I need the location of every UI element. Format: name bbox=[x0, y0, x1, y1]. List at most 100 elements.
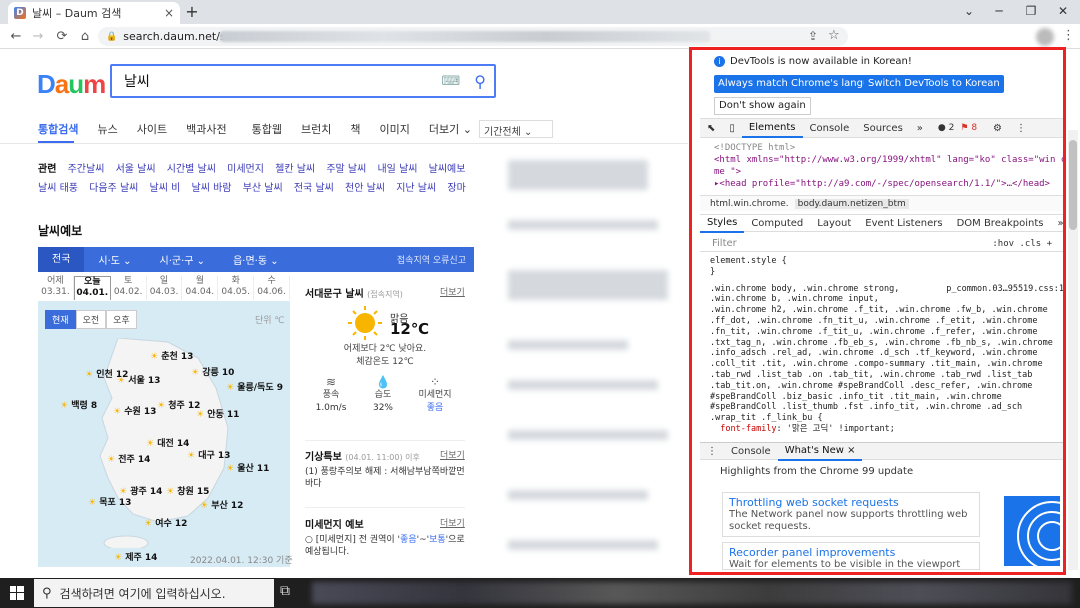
tab-books[interactable]: 책 bbox=[350, 121, 360, 139]
warning-count[interactable]: ⚑ 8 bbox=[960, 123, 977, 133]
related-link[interactable]: 주말 날씨 bbox=[326, 164, 366, 175]
region-province[interactable]: 시·도 ⌄ bbox=[84, 252, 145, 267]
related-link[interactable]: 첼칸 날씨 bbox=[275, 164, 315, 175]
related-link[interactable]: 부산 날씨 bbox=[243, 183, 283, 194]
segment-pm[interactable]: 오후 bbox=[106, 310, 137, 329]
map-city-label[interactable]: ☀ 제주 14 bbox=[114, 550, 157, 563]
dont-show-again-button[interactable]: Don't show again bbox=[714, 97, 811, 115]
region-city[interactable]: 시·군·구 ⌄ bbox=[146, 252, 220, 267]
day-tab[interactable]: 토 04.02. bbox=[111, 276, 147, 300]
keyboard-icon[interactable]: ⌨ bbox=[442, 74, 461, 89]
styles-filter[interactable]: Filter :hov .cls + bbox=[700, 236, 1064, 252]
search-icon[interactable]: ⚲ bbox=[474, 72, 486, 91]
error-count[interactable]: ● 2 bbox=[938, 123, 954, 133]
devtools-menu-icon[interactable]: ⋮ bbox=[1009, 123, 1033, 134]
tab-more[interactable]: 더보기 ⌄ bbox=[429, 121, 472, 139]
region-all[interactable]: 전국 bbox=[38, 247, 85, 272]
map-city-label[interactable]: ☀ 여수 12 bbox=[144, 516, 187, 529]
related-link[interactable]: 시간별 날씨 bbox=[167, 164, 216, 175]
tab-site[interactable]: 사이트 bbox=[137, 121, 167, 139]
forward-button[interactable]: → bbox=[28, 28, 48, 46]
more-link[interactable]: 더보기 bbox=[440, 516, 465, 529]
region-error-report-link[interactable]: 접속지역 오류신고 bbox=[397, 253, 466, 266]
home-button[interactable]: ⌂ bbox=[75, 28, 95, 46]
whats-new-card[interactable]: Recorder panel improvements Wait for ele… bbox=[722, 542, 980, 570]
tab-search-icon[interactable]: ⌄ bbox=[954, 2, 984, 20]
daum-logo[interactable]: Daum bbox=[37, 69, 106, 100]
drawer-menu-icon[interactable]: ⋮ bbox=[700, 446, 724, 457]
maximize-button[interactable]: ❐ bbox=[1016, 2, 1046, 20]
crumb-html[interactable]: html.win.chrome. bbox=[710, 199, 789, 209]
search-input[interactable]: 날씨 bbox=[124, 71, 442, 91]
more-link[interactable]: 더보기 bbox=[440, 285, 465, 298]
taskbar-search[interactable]: ⚲ 검색하려면 여기에 입력하십시오. bbox=[34, 579, 274, 607]
map-city-label[interactable]: ☀ 백령 8 bbox=[60, 398, 97, 411]
related-link[interactable]: 날씨 바람 bbox=[192, 183, 232, 194]
tab-web[interactable]: 통합웹 bbox=[252, 121, 282, 139]
drawer-tab-whats-new[interactable]: What's New × bbox=[777, 442, 863, 461]
crumb-body[interactable]: body.daum.netizen_btm bbox=[794, 198, 909, 209]
map-city-label[interactable]: ☀ 춘천 13 bbox=[150, 349, 193, 362]
more-tabs-icon[interactable]: » bbox=[910, 123, 930, 134]
map-city-label[interactable]: ☀ 전주 14 bbox=[107, 452, 150, 465]
settings-gear-icon[interactable]: ⚙ bbox=[986, 123, 1009, 134]
browser-tab[interactable]: D 날씨 – Daum 검색 × bbox=[8, 2, 180, 24]
related-link[interactable]: 날씨 비 bbox=[150, 183, 181, 194]
map-city-label[interactable]: ☀ 울릉/독도 9 bbox=[226, 380, 283, 393]
map-city-label[interactable]: ☀ 대전 14 bbox=[146, 436, 189, 449]
tab-layout[interactable]: Layout bbox=[810, 218, 858, 229]
map-city-label[interactable]: ☀ 창원 15 bbox=[166, 484, 209, 497]
close-window-button[interactable]: ✕ bbox=[1048, 2, 1078, 20]
tab-sources[interactable]: Sources bbox=[856, 123, 910, 134]
css-source-link[interactable]: p_common.03…95519.css:1 bbox=[946, 284, 1064, 295]
bookmark-star-icon[interactable]: ☆ bbox=[828, 28, 840, 43]
minimize-button[interactable]: ─ bbox=[984, 2, 1014, 20]
related-link[interactable]: 내일 날씨 bbox=[377, 164, 417, 175]
related-link[interactable]: 날씨 태풍 bbox=[38, 183, 78, 194]
map-city-label[interactable]: ☀ 대구 13 bbox=[187, 448, 230, 461]
day-tab[interactable]: 수 04.06. bbox=[254, 276, 291, 300]
related-link[interactable]: 주간날씨 bbox=[68, 164, 105, 175]
switch-korean-button[interactable]: Switch DevTools to Korean bbox=[864, 75, 1004, 93]
tab-images[interactable]: 이미지 bbox=[379, 121, 409, 139]
tab-elements[interactable]: Elements bbox=[741, 119, 803, 138]
day-tab[interactable]: 월 04.04. bbox=[182, 276, 219, 300]
tab-computed[interactable]: Computed bbox=[744, 218, 810, 229]
back-button[interactable]: ← bbox=[6, 28, 26, 46]
style-tools[interactable]: :hov .cls + bbox=[992, 239, 1052, 249]
scrollbar-thumb[interactable] bbox=[1069, 140, 1077, 230]
tab-event-listeners[interactable]: Event Listeners bbox=[858, 218, 949, 229]
region-town[interactable]: 읍·면·동 ⌄ bbox=[219, 252, 293, 267]
tab-close-icon[interactable]: × bbox=[164, 6, 174, 20]
day-tab[interactable]: 어제 03.31. bbox=[38, 276, 74, 300]
day-tab[interactable]: 화 04.05. bbox=[218, 276, 255, 300]
more-link[interactable]: 더보기 bbox=[440, 448, 465, 461]
segment-am[interactable]: 오전 bbox=[75, 310, 107, 329]
map-city-label[interactable]: ☀ 울산 11 bbox=[226, 461, 269, 474]
css-rules[interactable]: element.style { } p_common.03…95519.css:1… bbox=[710, 256, 1064, 435]
related-link[interactable]: 전국 날씨 bbox=[294, 183, 334, 194]
device-toggle-icon[interactable]: ▯ bbox=[722, 123, 742, 134]
day-tab-today[interactable]: 오늘 04.01. bbox=[73, 276, 111, 300]
tab-brunch[interactable]: 브런치 bbox=[301, 121, 331, 139]
tab-integrated[interactable]: 통합검색 bbox=[38, 121, 78, 139]
related-link[interactable]: 장마 bbox=[447, 183, 465, 194]
drawer-tab-console[interactable]: Console bbox=[724, 446, 778, 457]
map-city-label[interactable]: ☀ 수원 13 bbox=[113, 404, 156, 417]
segment-now[interactable]: 현재 bbox=[45, 310, 76, 329]
filter-input[interactable]: Filter bbox=[712, 238, 737, 249]
task-view-icon[interactable]: ⧉ bbox=[280, 583, 290, 599]
tab-news[interactable]: 뉴스 bbox=[97, 121, 117, 139]
share-icon[interactable]: ⇪ bbox=[808, 29, 818, 43]
related-link[interactable]: 지난 날씨 bbox=[396, 183, 436, 194]
map-city-label[interactable]: ☀ 부산 12 bbox=[200, 498, 243, 511]
new-tab-button[interactable]: + bbox=[182, 3, 202, 21]
dom-tree[interactable]: <!DOCTYPE html> <html xmlns="http://www.… bbox=[714, 142, 1064, 190]
map-city-label[interactable]: ☀ 청주 12 bbox=[157, 398, 200, 411]
day-tab[interactable]: 일 04.03. bbox=[147, 276, 183, 300]
related-link[interactable]: 서울 날씨 bbox=[116, 164, 156, 175]
map-city-label[interactable]: ☀ 서울 13 bbox=[117, 373, 160, 386]
reload-button[interactable]: ⟳ bbox=[52, 28, 72, 46]
tab-encyclopedia[interactable]: 백과사전 bbox=[186, 121, 226, 139]
map-city-label[interactable]: ☀ 안동 11 bbox=[196, 407, 239, 420]
